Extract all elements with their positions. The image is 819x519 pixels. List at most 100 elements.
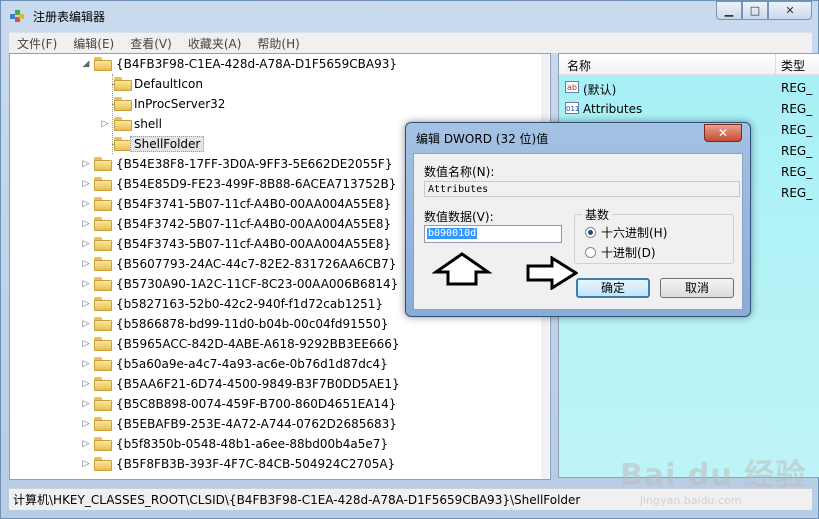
value-name-label: 数值名称(N): (424, 165, 495, 179)
registry-editor-icon (10, 10, 24, 22)
menu-file[interactable]: 文件(F) (9, 35, 65, 52)
hex-radio-label[interactable]: 十六进制(H) (601, 224, 667, 241)
folder-icon (94, 297, 112, 311)
ok-button[interactable]: 确定 (576, 278, 650, 298)
value-type: REG_ (781, 81, 813, 95)
menu-help[interactable]: 帮助(H) (249, 35, 307, 52)
tree-item-label: {B5730A90-1A2C-11CF-8C23-00AA006B6814} (116, 277, 399, 291)
value-row[interactable]: ab (默认) REG_ (559, 78, 819, 98)
value-type: REG_ (781, 144, 813, 158)
expand-icon[interactable]: ▷ (80, 158, 92, 170)
folder-icon (94, 237, 112, 251)
tree-item-label-selected: ShellFolder (130, 136, 205, 152)
maximize-icon: □ (749, 4, 761, 17)
folder-icon (114, 117, 132, 131)
dialog-close-button[interactable]: ✕ (704, 124, 742, 142)
column-divider[interactable] (775, 54, 776, 74)
expand-icon[interactable]: ▷ (80, 318, 92, 330)
tree-item-label: InProcServer32 (134, 97, 226, 111)
folder-icon (94, 277, 112, 291)
menu-edit[interactable]: 编辑(E) (65, 35, 122, 52)
expand-icon[interactable]: ▷ (80, 238, 92, 250)
expand-icon[interactable]: ▷ (99, 118, 111, 130)
expand-icon[interactable]: ▷ (80, 438, 92, 450)
expand-icon[interactable]: ▷ (80, 458, 92, 470)
window-title: 注册表编辑器 (33, 10, 106, 24)
tree-item-label: {B54F3743-5B07-11cf-A4B0-00AA004A55E8} (116, 237, 392, 251)
base-group-label: 基数 (582, 206, 613, 223)
watermark-logo: Bai du 经验 jingyan.baidu.com (620, 450, 806, 507)
tree-item-label: {B54E85D9-FE23-499F-8B88-6ACEA713752B} (116, 177, 397, 191)
value-row[interactable]: 011 Attributes REG_ (559, 99, 819, 119)
decimal-radio-label[interactable]: 十进制(D) (601, 244, 656, 261)
value-data-text: b090010d (427, 228, 478, 239)
minimize-button[interactable]: ▁ (716, 1, 742, 20)
collapse-icon[interactable]: ◢ (80, 58, 92, 70)
folder-icon (94, 257, 112, 271)
tree-item-label: {b5827163-52b0-42c2-940f-f1d72cab1251} (116, 297, 383, 311)
tree-item-label: {B54F3741-5B07-11cf-A4B0-00AA004A55E8} (116, 197, 392, 211)
folder-icon (114, 97, 132, 111)
folder-icon (94, 177, 112, 191)
value-name-field: Attributes (424, 181, 740, 197)
column-header-type[interactable]: 类型 (781, 57, 805, 74)
tree-item-label: {B4FB3F98-C1EA-428d-A78A-D1F5659CBA93} (116, 57, 398, 71)
expand-icon[interactable]: ▷ (80, 278, 92, 290)
menu-view[interactable]: 查看(V) (122, 35, 180, 52)
folder-icon (94, 157, 112, 171)
expand-icon[interactable]: ▷ (80, 378, 92, 390)
title-bar[interactable]: 注册表编辑器 ▁ □ ✕ (1, 1, 818, 31)
menu-favorites[interactable]: 收藏夹(A) (180, 35, 250, 52)
maximize-button[interactable]: □ (742, 1, 768, 20)
cancel-button[interactable]: 取消 (660, 278, 734, 298)
value-data-label: 数值数据(V): (424, 210, 494, 224)
binary-value-icon: 011 (565, 102, 579, 114)
folder-icon (94, 217, 112, 231)
value-type: REG_ (781, 186, 813, 200)
tree-item-label: DefaultIcon (134, 77, 203, 91)
menu-bar: 文件(F) 编辑(E) 查看(V) 收藏夹(A) 帮助(H) (9, 32, 812, 53)
folder-icon (94, 197, 112, 211)
window-controls: ▁ □ ✕ (716, 1, 812, 20)
value-name: Attributes (583, 102, 643, 116)
tree-item-label: {b5a60a9e-a4c7-4a93-ac6e-0b76d1d87dc4} (116, 357, 388, 371)
tree-item-label: {B5965ACC-842D-4ABE-A618-9292BB3EE666} (116, 337, 400, 351)
expand-icon[interactable]: ▷ (80, 218, 92, 230)
expand-icon[interactable]: ▷ (80, 358, 92, 370)
tree-item-label: shell (134, 117, 162, 131)
expand-icon[interactable]: ▷ (80, 338, 92, 350)
folder-icon (94, 337, 112, 351)
tree-item-label: {B5EBAFB9-253E-4A72-A744-0762D2685683} (116, 417, 397, 431)
tree-item-label: {B5C8B898-0074-459F-B700-860D4651EA14} (116, 397, 397, 411)
right-arrow-icon (526, 256, 578, 290)
tree-item-label: {b5f8350b-0548-48b1-a6ee-88bd00b4a5e7} (116, 437, 389, 451)
watermark-brand: Bai du 经验 (620, 458, 807, 493)
watermark-url: jingyan.baidu.com (640, 494, 742, 507)
tree-item-label: {B5F8FB3B-393F-4F7C-84CB-504924C2705A} (116, 457, 396, 471)
expand-icon[interactable]: ▷ (80, 298, 92, 310)
dialog-body: 数值名称(N): Attributes 数值数据(V): b090010d 十六… (413, 153, 743, 310)
dialog-title: 编辑 DWORD (32 位)值 (416, 132, 549, 146)
edit-dword-dialog: 编辑 DWORD (32 位)值 ✕ 数值名称(N): Attributes 数… (405, 122, 751, 317)
folder-icon (94, 417, 112, 431)
folder-icon (94, 357, 112, 371)
expand-icon[interactable]: ▷ (80, 178, 92, 190)
expand-icon[interactable]: ▷ (80, 418, 92, 430)
folder-icon (94, 397, 112, 411)
decimal-radio[interactable] (585, 247, 596, 258)
expand-icon[interactable]: ▷ (80, 198, 92, 210)
up-arrow-icon (432, 252, 492, 286)
column-header-name[interactable]: 名称 (567, 57, 591, 74)
string-value-icon: ab (565, 81, 579, 93)
values-header: 名称 类型 (559, 54, 819, 75)
tree-item-label: {B5AA6F21-6D74-4500-9849-B3F7B0DD5AE1} (116, 377, 400, 391)
value-type: REG_ (781, 123, 813, 137)
close-button[interactable]: ✕ (768, 1, 812, 20)
tree-item-label: {B54E38F8-17FF-3D0A-9FF3-5E662DE2055F} (116, 157, 393, 171)
value-data-input[interactable]: b090010d (424, 225, 562, 243)
expand-icon[interactable]: ▷ (80, 398, 92, 410)
hex-radio[interactable] (585, 227, 596, 238)
value-type: REG_ (781, 165, 813, 179)
expand-icon[interactable]: ▷ (80, 258, 92, 270)
folder-icon (94, 57, 112, 71)
